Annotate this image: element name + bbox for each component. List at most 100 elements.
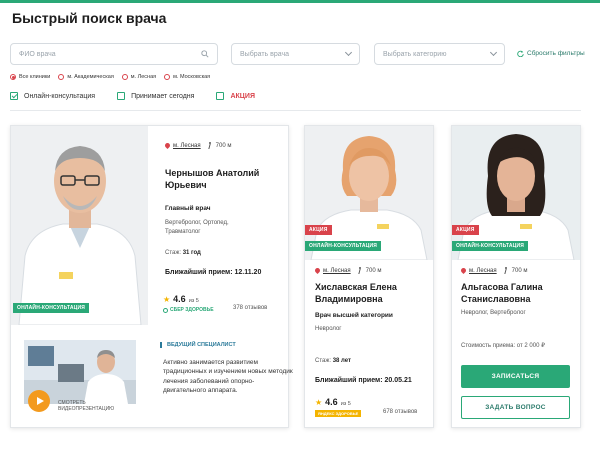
doctor-specialty: Невролог, Вертебролог — [461, 310, 526, 316]
video-presentation-link[interactable]: СМОТРЕТЬ ВИДЕОПРЕЗЕНТАЦИЮ — [58, 400, 114, 412]
experience: Стаж: 38 лет — [315, 358, 351, 364]
star-icon: ★ — [315, 398, 323, 407]
checkbox-accepts-today[interactable]: Принимает сегодня — [117, 92, 194, 100]
experience-value: 31 год — [182, 250, 201, 256]
location-pin-icon — [461, 268, 466, 274]
reset-filters-button[interactable]: Сбросить фильтры — [517, 50, 585, 57]
location-pin-icon — [165, 143, 170, 149]
location-pin-icon — [315, 268, 320, 274]
doctor-name-line: Владимировна — [315, 294, 383, 304]
doctor-role: Главный врач — [165, 205, 211, 212]
leading-specialist-label: ВЕДУЩИЙ СПЕЦИАЛИСТ — [160, 342, 236, 348]
rating-scale: из 5 — [340, 401, 351, 407]
chevron-down-icon — [344, 48, 353, 57]
checkbox-label: АКЦИЯ — [230, 92, 255, 100]
distance: 700 м — [365, 267, 382, 274]
reset-filters-label: Сбросить фильтры — [527, 50, 585, 57]
distance: 700 м — [511, 267, 528, 274]
doctor-name-line: Юрьевич — [165, 180, 207, 190]
chevron-down-icon — [489, 48, 498, 57]
filters-divider — [10, 110, 581, 111]
doctor-specialty: Вертебролог, Ортопед, Травматолог — [165, 219, 229, 236]
radio-label: м. Лесная — [130, 74, 157, 80]
checkbox-online-consultation[interactable]: Онлайн-консультация — [10, 92, 95, 100]
search-icon — [201, 50, 209, 58]
yandex-health-tag: ЯНДЕКС ЗДОРОВЬЕ — [315, 410, 362, 417]
radio-lesnaya[interactable]: м. Лесная — [121, 74, 157, 80]
location-row: м. Лесная 700 м — [165, 142, 231, 149]
doctor-name-input[interactable] — [19, 50, 169, 58]
video-label-line: ВИДЕОПРЕЗЕНТАЦИЮ — [58, 406, 115, 412]
doctor-name[interactable]: Альгасова Галина Станиславовна — [461, 281, 543, 305]
metro-link[interactable]: м. Лесная — [323, 268, 351, 274]
next-appointment: Ближайший прием: 12.11.20 — [165, 269, 261, 276]
doctor-name[interactable]: Хиславская Елена Владимировна — [315, 281, 397, 305]
next-appointment-label: Ближайший прием: — [315, 377, 383, 384]
walking-icon — [358, 267, 363, 274]
star-icon: ★ — [163, 295, 171, 304]
promo-badge: АКЦИЯ — [305, 225, 332, 235]
radio-label: м. Академическая — [67, 74, 114, 80]
specialty-line: Травматолог — [165, 228, 201, 235]
radio-all-clinics[interactable]: Все клиники — [10, 74, 50, 80]
walking-icon — [208, 142, 213, 149]
next-appointment-date: 20.05.21 — [384, 377, 412, 384]
radio-dot — [164, 74, 171, 80]
filter-checkbox-group: Онлайн-консультация Принимает сегодня АК… — [10, 92, 277, 100]
radio-dot — [58, 74, 65, 80]
metro-link[interactable]: м. Лесная — [469, 268, 497, 274]
next-appointment: Ближайший прием: 20.05.21 — [315, 377, 412, 384]
experience-label: Стаж: — [165, 250, 182, 256]
radio-label: м. Московская — [173, 74, 211, 80]
online-consultation-badge: ОНЛАЙН-КОНСУЛЬТАЦИЯ — [452, 241, 529, 251]
sber-health-tag: СБЕР ЗДОРОВЬЕ — [163, 307, 214, 313]
doctor-specialty: Невролог — [315, 326, 342, 332]
ask-question-button[interactable]: ЗАДАТЬ ВОПРОС — [461, 396, 570, 419]
experience: Стаж: 31 год — [165, 250, 201, 256]
specialty-line: Вертебролог, Ортопед, — [165, 220, 229, 226]
rating: ★ 4.6 из 5 — [163, 294, 199, 304]
doctor-name-line: Станиславовна — [461, 294, 531, 304]
doctor-photo — [305, 126, 433, 260]
experience-value: 38 лет — [332, 358, 351, 364]
walking-icon — [504, 267, 509, 274]
radio-dot — [121, 74, 128, 80]
play-video-button[interactable] — [28, 390, 50, 412]
rating-value: 4.6 — [325, 397, 338, 407]
doctor-photo — [452, 126, 580, 260]
experience-label: Стаж: — [315, 358, 332, 364]
sber-label: СБЕР ЗДОРОВЬЕ — [170, 307, 214, 313]
doctor-name[interactable]: Чернышов Анатолий Юрьевич — [165, 167, 259, 191]
distance: 700 м — [215, 142, 232, 149]
reviews-count[interactable]: 378 отзывов — [233, 305, 267, 311]
radio-akademicheskaya[interactable]: м. Академическая — [58, 74, 114, 80]
checkbox-label: Онлайн-консультация — [24, 92, 96, 100]
location-row: м. Лесная 700 м — [315, 267, 381, 274]
doctor-select-placeholder: Выбрать врача — [240, 50, 290, 58]
price-label: Стоимость приема: от — [461, 343, 523, 349]
reviews-count[interactable]: 678 отзывов — [383, 409, 417, 415]
radio-moskovskaya[interactable]: м. Московская — [164, 74, 210, 80]
rating-scale: из 5 — [188, 298, 199, 304]
price: Стоимость приема: от 2 000 ₽ — [461, 342, 545, 349]
category-select-placeholder: Выбрать категорию — [383, 50, 447, 58]
rating-value: 4.6 — [173, 294, 186, 304]
doctor-name-line: Чернышов Анатолий — [165, 168, 260, 178]
doctor-role: Врач высшей категории — [315, 312, 393, 319]
doctor-select[interactable]: Выбрать врача — [231, 43, 360, 65]
radio-label: Все клиники — [19, 74, 51, 80]
price-value: 2 000 ₽ — [524, 343, 545, 349]
page-title: Быстрый поиск врача — [12, 10, 167, 26]
rating: ★ 4.6 из 5 — [315, 397, 351, 407]
doctor-name-line: Альгасова Галина — [461, 282, 543, 292]
radio-dot — [10, 74, 16, 80]
metro-link[interactable]: м. Лесная — [173, 143, 201, 149]
online-consultation-badge: ОНЛАЙН-КОНСУЛЬТАЦИЯ — [13, 303, 90, 313]
category-select[interactable]: Выбрать категорию — [374, 43, 505, 65]
clinic-radio-group: Все клиники м. Академическая м. Лесная м… — [10, 74, 210, 80]
doctor-name-search-field[interactable] — [10, 43, 218, 65]
next-appointment-date: 12.11.20 — [234, 269, 262, 276]
book-appointment-button[interactable]: ЗАПИСАТЬСЯ — [461, 365, 570, 388]
checkbox-promo[interactable]: АКЦИЯ — [216, 92, 255, 100]
sber-icon — [163, 307, 168, 313]
